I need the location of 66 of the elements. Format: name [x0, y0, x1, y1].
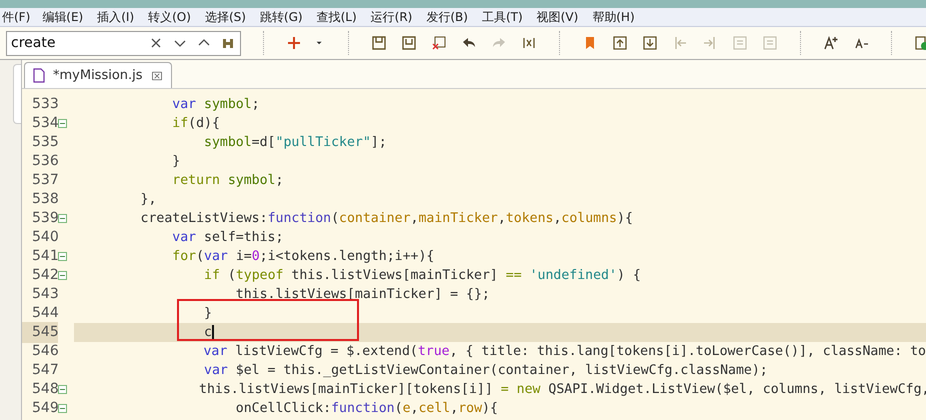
code-line: }	[203, 304, 213, 323]
line-number: 535	[31, 133, 58, 152]
code-line: if (typeof this.listViews[mainTicker] == 'undefined') {	[203, 266, 642, 285]
line-number: 547	[31, 361, 58, 380]
line-number: 543	[31, 285, 58, 304]
menu-item[interactable]: 插入(I)	[97, 8, 134, 26]
code-line: this.listViews[mainTicker][tokens[i]] = new QSAPI.Widget.ListView($el, columns, listViewCfg,	[198, 380, 926, 399]
save-all-icon[interactable]	[401, 35, 417, 51]
font-increase-icon[interactable]	[823, 35, 839, 51]
fold-marker-icon[interactable]	[58, 214, 67, 223]
file-tab[interactable]: *myMission.js	[24, 62, 172, 88]
plus-icon[interactable]	[286, 35, 302, 51]
menu-item[interactable]: 编辑(E)	[42, 8, 84, 26]
bookmark-up-icon[interactable]	[612, 35, 628, 51]
tab-label: *myMission.js	[53, 66, 143, 85]
menu-item[interactable]: 转义(O)	[148, 8, 191, 26]
text-cursor	[212, 325, 214, 340]
code-line: },	[140, 190, 158, 209]
line-number: 534	[31, 114, 58, 133]
fold-marker-icon[interactable]	[58, 385, 67, 394]
fold-marker-icon[interactable]	[58, 404, 67, 413]
js-file-icon	[33, 68, 45, 83]
menu-item[interactable]: 视图(V)	[536, 8, 578, 26]
menu-item[interactable]: 工具(T)	[482, 8, 523, 26]
run-icon[interactable]	[914, 35, 926, 51]
code-line: this.listViews[mainTicker] = {};	[234, 286, 491, 304]
code-line: var self=this;	[171, 228, 284, 247]
menu-item[interactable]: 查找(L)	[316, 8, 357, 26]
code-line: return symbol;	[171, 172, 284, 190]
menu-item[interactable]: 跳转(G)	[260, 8, 303, 26]
line-number: 540	[31, 228, 58, 247]
line-number: 544	[31, 304, 58, 323]
code-line: var listViewCfg = $.extend(true, { title: this.lang[tokens[i].toLowerCase()], className: to	[202, 342, 926, 361]
menu-item[interactable]: 运行(R)	[370, 8, 412, 26]
code-line: for(var i=0;i<tokens.length;i++){	[171, 248, 436, 266]
line-number: 549	[31, 399, 58, 418]
menu-item[interactable]: 帮助(H)	[592, 8, 635, 26]
menu-item[interactable]: 件(F)	[2, 8, 30, 26]
fold-marker-icon[interactable]	[58, 119, 67, 128]
line-number: 537	[31, 171, 58, 190]
line-number: 538	[31, 190, 58, 209]
bookmark-down-icon[interactable]	[642, 35, 658, 51]
line-number: 545	[22, 322, 58, 343]
code-line: if(d){	[171, 114, 221, 133]
code-line: symbol=d["pullTicker"];	[203, 134, 388, 152]
line-number: 548	[31, 380, 58, 399]
save-icon[interactable]	[371, 35, 387, 51]
line-number: 536	[31, 152, 58, 171]
code-line: }	[171, 152, 182, 171]
fold-marker-icon[interactable]	[58, 271, 67, 280]
menu-item[interactable]: 选择(S)	[204, 8, 246, 26]
line-number: 546	[31, 342, 58, 361]
code-line: var symbol;	[171, 96, 261, 114]
fold-marker-icon[interactable]	[58, 252, 67, 261]
line-number: 533	[31, 95, 58, 114]
search-input[interactable]: create	[11, 32, 140, 54]
line-number: 542	[31, 266, 58, 285]
line-number: 539	[31, 209, 58, 228]
code-line: onCellClick:function(e,cell,row){	[234, 400, 499, 418]
close-file-icon[interactable]	[431, 35, 447, 51]
menu-item[interactable]: 发行(B)	[426, 8, 468, 26]
code-line: var $el = this._getListViewContainer(container, listViewCfg.className);	[203, 362, 769, 380]
format-icon[interactable]	[521, 35, 537, 51]
code-line: createListViews:function(container,mainTicker,tokens,columns){	[140, 210, 634, 228]
line-number: 541	[31, 247, 58, 266]
search-field[interactable]: create	[6, 30, 241, 56]
